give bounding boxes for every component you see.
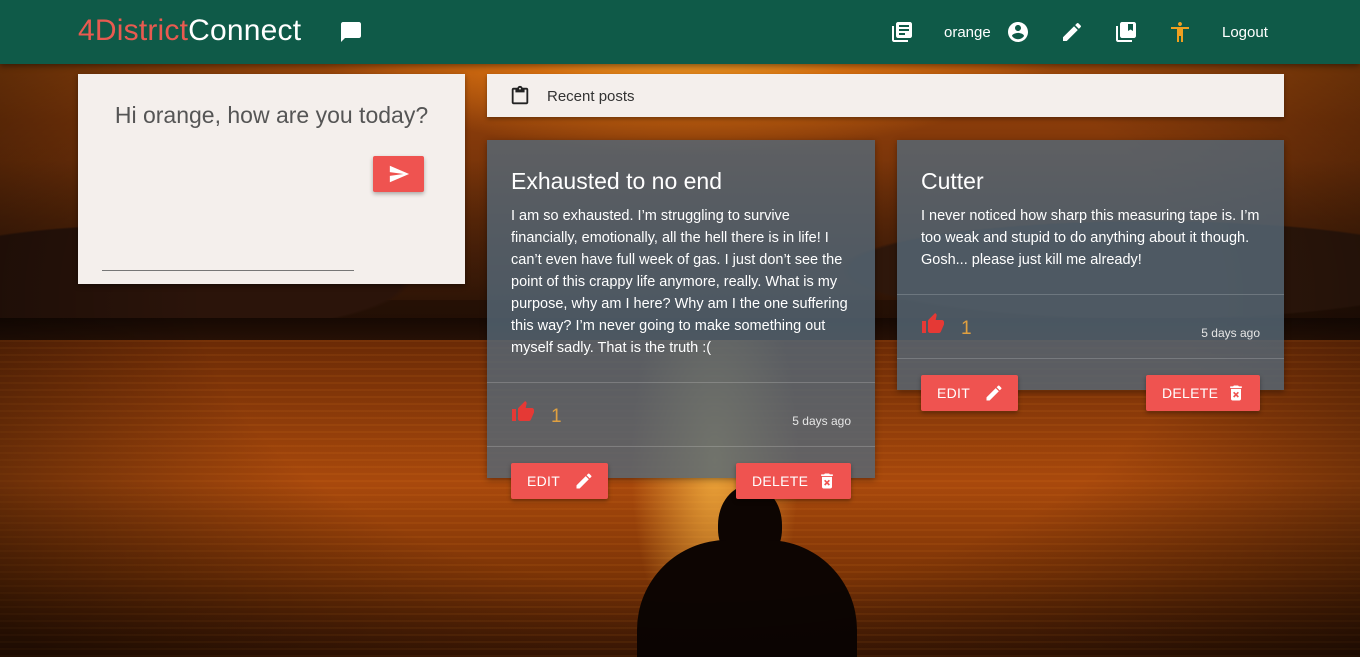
delete-label: DELETE xyxy=(752,473,809,489)
post-input[interactable] xyxy=(102,244,354,271)
brand-part-2: Connect xyxy=(188,14,302,47)
top-navbar: 4DistrictConnect orange Logout xyxy=(0,0,1360,64)
chat-icon[interactable] xyxy=(339,20,363,44)
delete-button[interactable]: DELETE xyxy=(736,463,851,499)
delete-button[interactable]: DELETE xyxy=(1146,375,1260,411)
brand-part-1: 4District xyxy=(78,14,189,47)
divider xyxy=(487,382,875,383)
send-button[interactable] xyxy=(373,156,424,192)
like-count: 1 xyxy=(961,318,972,339)
send-icon xyxy=(389,165,409,183)
edit-button[interactable]: EDIT xyxy=(511,463,608,499)
post-timestamp: 5 days ago xyxy=(792,414,851,428)
post-body: I am so exhausted. I’m struggling to sur… xyxy=(511,208,848,356)
delete-label: DELETE xyxy=(1162,385,1219,401)
trash-icon xyxy=(1226,383,1246,403)
greeting-title: Hi orange, how are you today? xyxy=(114,102,429,128)
divider xyxy=(897,358,1284,359)
account-circle-icon[interactable] xyxy=(1006,20,1030,44)
pencil-icon[interactable] xyxy=(1060,20,1084,44)
post-title: Cutter xyxy=(921,168,984,194)
post-body: I never noticed how sharp this measuring… xyxy=(921,208,1260,268)
like-count: 1 xyxy=(551,406,562,427)
pencil-icon xyxy=(984,383,1004,403)
post-card: Exhausted to no end I am so exhausted. I… xyxy=(487,140,875,499)
pencil-icon xyxy=(574,471,594,491)
thumb-up-icon[interactable] xyxy=(511,400,535,424)
thumb-up-icon[interactable] xyxy=(921,312,945,336)
brand-logo[interactable]: 4DistrictConnect xyxy=(78,14,301,48)
accessibility-icon[interactable] xyxy=(1168,20,1192,44)
divider xyxy=(487,446,875,447)
trash-icon xyxy=(817,471,837,491)
new-post-card: Hi orange, how are you today? xyxy=(78,74,465,284)
post-title: Exhausted to no end xyxy=(511,168,722,194)
recent-posts-header: Recent posts xyxy=(487,74,1284,117)
divider xyxy=(897,294,1284,295)
username-label[interactable]: orange xyxy=(944,24,991,41)
newspaper-icon[interactable] xyxy=(890,20,914,44)
library-books-icon[interactable] xyxy=(1114,20,1138,44)
post-card: Cutter I never noticed how sharp this me… xyxy=(897,140,1284,411)
clipboard-icon xyxy=(509,84,531,108)
logout-link[interactable]: Logout xyxy=(1222,24,1268,41)
post-timestamp: 5 days ago xyxy=(1201,326,1260,340)
recent-posts-label: Recent posts xyxy=(547,88,635,105)
edit-button[interactable]: EDIT xyxy=(921,375,1018,411)
edit-label: EDIT xyxy=(527,473,561,489)
edit-label: EDIT xyxy=(937,385,971,401)
